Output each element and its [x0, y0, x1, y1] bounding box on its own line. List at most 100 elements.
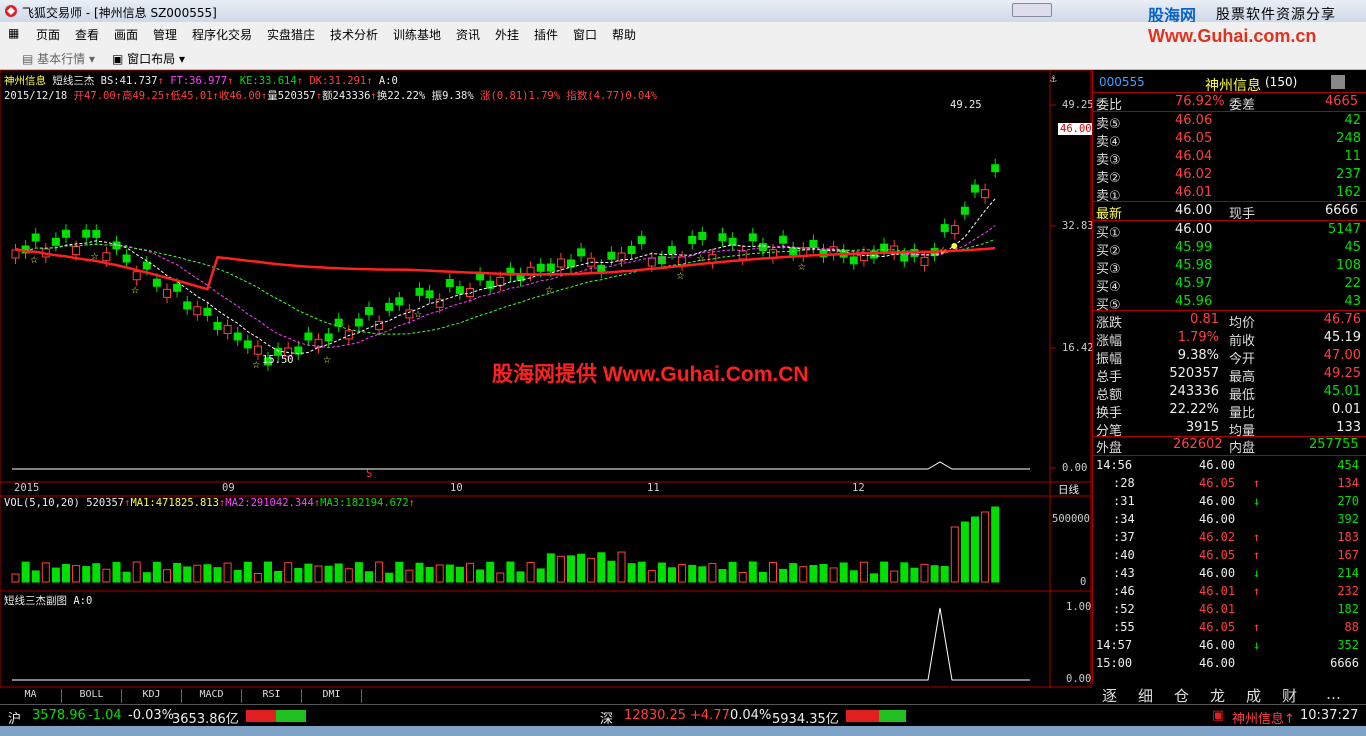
- candle: [324, 333, 333, 342]
- menu-icon[interactable]: ▦: [8, 26, 19, 40]
- tab-cang[interactable]: 仓: [1174, 685, 1189, 706]
- info-icon[interactable]: [1331, 75, 1345, 89]
- volume-bar: [708, 563, 717, 583]
- tab-macd[interactable]: MACD: [182, 689, 242, 703]
- volume-bar: [728, 561, 737, 583]
- tab-kdj[interactable]: KDJ: [122, 689, 182, 703]
- volume-bar: [668, 567, 676, 583]
- stat-value: 46.76: [1323, 312, 1361, 327]
- menu-item-tech-analysis[interactable]: 技术分析: [330, 26, 378, 43]
- menu-item-program-trade[interactable]: 程序化交易: [192, 26, 252, 43]
- market-button[interactable]: ▤ 基本行情 ▾: [22, 50, 95, 67]
- up-arrow-icon: ↑: [366, 75, 373, 87]
- volume-bar: [253, 573, 262, 583]
- layout-icon: ▣: [112, 52, 124, 66]
- ticker-text[interactable]: 神州信息↑: [1232, 708, 1295, 727]
- star-icon: ☆: [697, 250, 705, 265]
- volume-bar: [193, 564, 202, 583]
- tab-ma[interactable]: MA: [0, 689, 62, 703]
- volume-bar: [476, 569, 485, 583]
- layout-button[interactable]: ▣ 窗口布局 ▾: [112, 50, 185, 67]
- menu-item-page[interactable]: 页面: [36, 26, 60, 43]
- menu-item-window[interactable]: 窗口: [573, 26, 597, 43]
- neipan-value: 257755: [1309, 437, 1359, 452]
- tab-dmi[interactable]: DMI: [302, 689, 362, 703]
- price-axis-label: 49.25: [1062, 99, 1094, 111]
- menu-item-training[interactable]: 训练基地: [393, 26, 441, 43]
- alert-icon[interactable]: ▣: [1212, 708, 1224, 723]
- volume-bar: [466, 562, 474, 583]
- stat-value: 45.01: [1323, 384, 1361, 399]
- sh-strength-bar: [246, 710, 306, 722]
- chart-area[interactable]: ⚓ ☆ ☆ ☆ ☆ ☆ ☆ ☆ ☆ ☆ ☆ ☆ 神州信息 短线三杰 BS:41.737↑ FT:36.…: [0, 70, 1094, 704]
- tab-rsi[interactable]: RSI: [242, 689, 302, 703]
- period-label[interactable]: 日线: [1058, 482, 1079, 497]
- stat-value: 133: [1336, 420, 1361, 435]
- tab-cai[interactable]: 财: [1282, 685, 1297, 706]
- menu-item-hunt[interactable]: 实盘猎庄: [267, 26, 315, 43]
- volume-bar: [516, 571, 525, 583]
- tick-price: 46.00: [1199, 512, 1236, 526]
- volume-bar: [960, 521, 969, 583]
- os-taskbar: [0, 726, 1366, 736]
- weibi-row: 委比 76.92% 委差 4665: [1093, 93, 1366, 113]
- candle: [213, 321, 222, 330]
- ask-vol: 42: [1344, 113, 1361, 128]
- volume-bar: [385, 572, 394, 583]
- bar-date: 2015/12/18: [4, 90, 68, 102]
- stat-value: 3915: [1185, 420, 1219, 435]
- ask-price: 46.05: [1175, 131, 1213, 146]
- candle: [728, 237, 737, 246]
- tick-row: :40 46.05 ↑ 167: [1093, 547, 1363, 565]
- volume-bar: [11, 573, 20, 583]
- xianshou-value: 6666: [1325, 203, 1359, 218]
- stat-row: 换手 22.22% 量比 0.01: [1093, 401, 1366, 421]
- candle: [496, 276, 505, 286]
- candle: [223, 324, 232, 334]
- tab-boll[interactable]: BOLL: [62, 689, 122, 703]
- menu-item-manage[interactable]: 管理: [153, 26, 177, 43]
- more-icon[interactable]: …: [1326, 685, 1341, 703]
- menu-item-news[interactable]: 资讯: [456, 26, 480, 43]
- market-label: 基本行情: [37, 52, 86, 66]
- tick-price: 46.05: [1199, 548, 1236, 562]
- volume-bar: [435, 564, 444, 583]
- sub-label: 短线三杰副图: [4, 595, 67, 607]
- volume-bar: [314, 565, 323, 583]
- down-arrow-icon: ↓: [1253, 494, 1261, 508]
- tick-vol: 167: [1337, 548, 1359, 562]
- tab-long[interactable]: 龙: [1210, 685, 1225, 706]
- menu-item-view[interactable]: 查看: [75, 26, 99, 43]
- tab-cheng[interactable]: 成: [1246, 685, 1261, 706]
- up-arrow-icon: ↑: [1253, 584, 1261, 598]
- volume-bar: [880, 561, 889, 583]
- stat-row: 涨幅 1.79% 前收 45.19: [1093, 329, 1366, 349]
- sh-index: 3578.96: [32, 708, 86, 723]
- menu-item-screen[interactable]: 画面: [114, 26, 138, 43]
- price-axis-label: 32.83: [1062, 220, 1094, 232]
- volume-bar: [142, 572, 151, 583]
- candle: [627, 246, 636, 255]
- menu-item-plugin-ext[interactable]: 外挂: [495, 26, 519, 43]
- candle: [920, 256, 929, 266]
- tick-row: :46 46.01 ↑ 232: [1093, 583, 1363, 601]
- volume-bar: [577, 553, 586, 583]
- tab-xi[interactable]: 细: [1138, 685, 1153, 706]
- tab-zhubi[interactable]: 逐: [1102, 685, 1117, 706]
- date-axis-label: 11: [647, 482, 660, 494]
- volume-bar: [950, 526, 959, 583]
- up-arrow-icon: ↑: [1253, 530, 1261, 544]
- date-axis-label: 12: [852, 482, 865, 494]
- candle: [253, 345, 262, 355]
- tick-vol: 88: [1344, 620, 1359, 634]
- vol-axis-label: 0: [1080, 576, 1087, 588]
- menu-item-help[interactable]: 帮助: [612, 26, 636, 43]
- price-axis-label: 0.00: [1062, 462, 1088, 474]
- window-controls[interactable]: [1012, 3, 1052, 17]
- menu-item-plugins[interactable]: 插件: [534, 26, 558, 43]
- volume-bar: [264, 561, 272, 583]
- tick-vol: 182: [1337, 602, 1359, 616]
- volume-bar: [375, 561, 384, 583]
- tick-vol: 232: [1337, 584, 1359, 598]
- ask-label: 卖①: [1096, 189, 1121, 204]
